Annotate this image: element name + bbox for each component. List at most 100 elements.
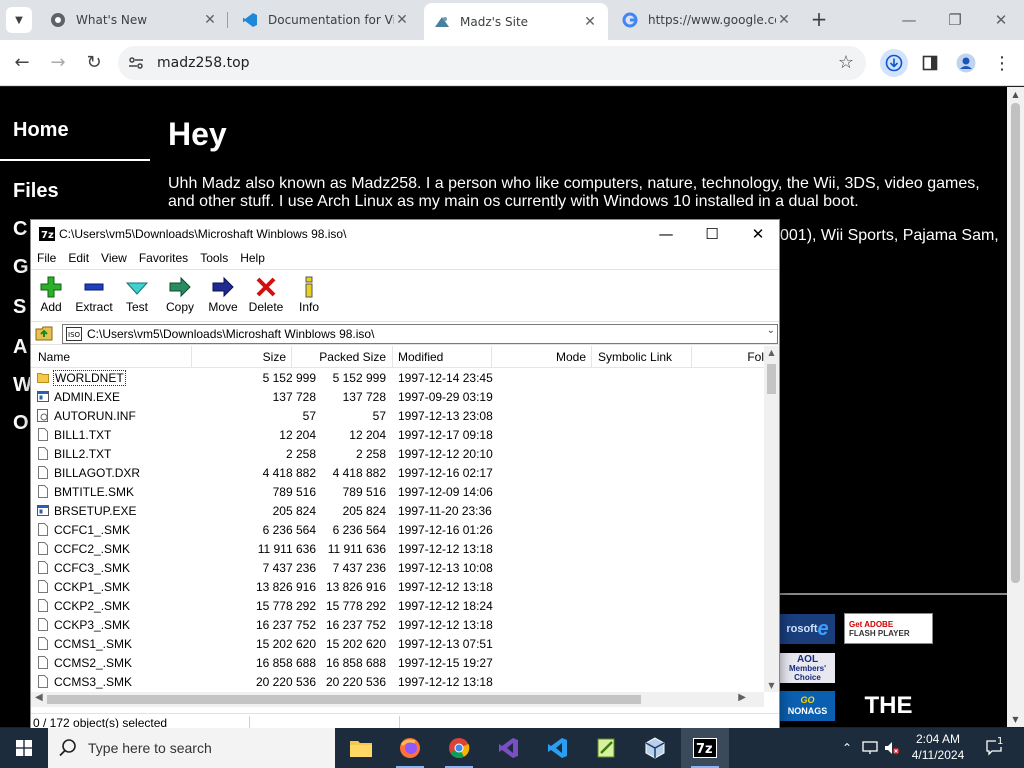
tab-google[interactable]: https://www.google.com ✕ xyxy=(612,0,802,40)
site-info-icon[interactable] xyxy=(128,55,144,71)
menu-help[interactable]: Help xyxy=(240,248,271,268)
taskbar-search-box[interactable]: Type here to search xyxy=(48,728,335,768)
table-row[interactable]: CCFC3_.SMK 7 437 236 7 437 236 1997-12-13 1… xyxy=(31,558,764,577)
bookmark-star-icon[interactable]: ☆ xyxy=(838,52,854,73)
scroll-up-icon[interactable]: ▲ xyxy=(1007,90,1024,99)
tab-search-button[interactable]: ▼ xyxy=(6,7,32,33)
new-tab-button[interactable]: + xyxy=(808,9,830,31)
page-scrollbar[interactable]: ▲ ▼ xyxy=(1007,87,1024,727)
address-bar[interactable]: madz258.top ☆ xyxy=(118,46,866,80)
folder-up-icon[interactable] xyxy=(35,325,53,341)
the-badge[interactable]: THE xyxy=(844,691,933,721)
file-list-vertical-scrollbar[interactable]: ▲ ▼ xyxy=(764,346,779,692)
menu-file[interactable]: File xyxy=(37,248,62,268)
tab-vscode-docs[interactable]: Documentation for Visual Studio Code ✕ xyxy=(232,0,420,40)
file-list-horizontal-scrollbar[interactable]: ◀ ▶ xyxy=(31,692,764,707)
menu-edit[interactable]: Edit xyxy=(68,248,95,268)
scroll-thumb[interactable] xyxy=(767,364,776,394)
notepad-plus-plus-taskbar-button[interactable] xyxy=(582,728,630,768)
column-modified[interactable]: Modified xyxy=(398,350,443,364)
chrome-taskbar-button[interactable] xyxy=(435,728,483,768)
aol-badge[interactable]: AOL Members' Choice xyxy=(780,653,835,683)
column-folders[interactable]: Fol xyxy=(747,350,764,364)
virtualbox-taskbar-button[interactable] xyxy=(631,728,679,768)
scroll-down-icon[interactable]: ▼ xyxy=(764,681,779,690)
7zip-title-bar[interactable]: 7z C:\Users\vm5\Downloads\Microshaft Win… xyxy=(31,220,779,248)
table-row[interactable]: CCMS1_.SMK 15 202 620 15 202 620 1997-12-13… xyxy=(31,634,764,653)
scroll-thumb[interactable] xyxy=(1011,103,1020,583)
table-row[interactable]: ADMIN.EXE 137 728 137 728 1997-09-29 03:19 xyxy=(31,387,764,406)
table-row[interactable]: AUTORUN.INF 57 57 1997-12-13 23:08 xyxy=(31,406,764,425)
volume-muted-icon[interactable] xyxy=(882,728,902,768)
file-explorer-taskbar-button[interactable] xyxy=(337,728,385,768)
table-row[interactable]: BILL2.TXT 2 258 2 258 1997-12-12 20:10 xyxy=(31,444,764,463)
7zip-maximize-icon[interactable]: ☐ xyxy=(689,220,735,248)
vscode-taskbar-button[interactable] xyxy=(533,728,581,768)
table-row[interactable]: CCFC2_.SMK 11 911 636 11 911 636 1997-12-12… xyxy=(31,539,764,558)
table-row[interactable]: WORLDNET 5 152 999 5 152 999 1997-12-14 23:… xyxy=(31,368,764,387)
tray-overflow-chevron-icon[interactable]: ⌃ xyxy=(838,728,856,768)
scroll-down-icon[interactable]: ▼ xyxy=(1007,715,1024,724)
profile-avatar-icon[interactable] xyxy=(954,51,978,75)
network-icon[interactable] xyxy=(860,728,880,768)
table-row[interactable]: BMTITLE.SMK 789 516 789 516 1997-12-09 14:0… xyxy=(31,482,764,501)
menu-favorites[interactable]: Favorites xyxy=(139,248,194,268)
menu-tools[interactable]: Tools xyxy=(200,248,234,268)
column-divider[interactable] xyxy=(191,346,192,368)
7zip-close-icon[interactable]: ✕ xyxy=(735,220,781,248)
table-row[interactable]: CCMS2_.SMK 16 858 688 16 858 688 1997-12-15… xyxy=(31,653,764,672)
menu-view[interactable]: View xyxy=(101,248,133,268)
table-row[interactable]: CCMS3_.SMK 20 220 536 20 220 536 1997-12-12… xyxy=(31,672,764,691)
close-window-icon[interactable]: ✕ xyxy=(978,8,1024,32)
path-combobox[interactable]: ISO C:\Users\vm5\Downloads\Microshaft Wi… xyxy=(62,324,778,344)
back-arrow-icon[interactable]: ← xyxy=(10,51,34,75)
forward-arrow-icon[interactable]: → xyxy=(46,51,70,75)
close-tab-icon[interactable]: ✕ xyxy=(582,14,598,30)
kebab-menu-icon[interactable]: ⋮ xyxy=(990,51,1014,75)
ie-badge[interactable]: rosoft e xyxy=(780,614,835,644)
column-divider[interactable] xyxy=(291,346,292,368)
flash-player-badge[interactable]: Get ADOBE FLASH PLAYER xyxy=(844,613,933,644)
move-button[interactable]: Move xyxy=(201,274,245,314)
column-symbolic-link[interactable]: Symbolic Link xyxy=(598,350,672,364)
tab-whats-new[interactable]: What's New ✕ xyxy=(40,0,228,40)
table-row[interactable]: CCKP2_.SMK 15 778 292 15 778 292 1997-12-12… xyxy=(31,596,764,615)
table-row[interactable]: CCKP3_.SMK 16 237 752 16 237 752 1997-12-12… xyxy=(31,615,764,634)
scroll-left-icon[interactable]: ◀ xyxy=(35,692,43,703)
column-mode[interactable]: Mode xyxy=(556,350,586,364)
tab-madz-site[interactable]: Madz's Site ✕ xyxy=(424,3,608,40)
taskbar-clock[interactable]: 2:04 AM 4/11/2024 xyxy=(902,731,974,763)
column-size[interactable]: Size xyxy=(263,350,286,364)
scroll-up-icon[interactable]: ▲ xyxy=(764,348,779,357)
table-row[interactable]: BRSETUP.EXE 205 824 205 824 1997-11-20 23:3… xyxy=(31,501,764,520)
table-row[interactable]: BILL1.TXT 12 204 12 204 1997-12-17 09:18 xyxy=(31,425,764,444)
7zip-minimize-icon[interactable]: — xyxy=(643,220,689,248)
visual-studio-taskbar-button[interactable] xyxy=(484,728,532,768)
nav-link-g[interactable]: G xyxy=(13,256,29,279)
firefox-taskbar-button[interactable] xyxy=(386,728,434,768)
start-button[interactable] xyxy=(0,728,48,768)
nav-link-c[interactable]: C xyxy=(13,218,27,241)
nav-link-files[interactable]: Files xyxy=(13,180,59,203)
extract-button[interactable]: Extract xyxy=(72,274,116,314)
table-row[interactable]: CCKP1_.SMK 13 826 916 13 826 916 1997-12-12… xyxy=(31,577,764,596)
reload-icon[interactable]: ↻ xyxy=(82,51,106,75)
7zip-taskbar-button[interactable]: 7z xyxy=(681,728,729,768)
column-divider[interactable] xyxy=(491,346,492,368)
side-panel-icon[interactable] xyxy=(918,51,942,75)
column-divider[interactable] xyxy=(591,346,592,368)
nav-link-a[interactable]: A xyxy=(13,336,27,359)
notification-center-button[interactable]: 1 xyxy=(982,728,1008,768)
nav-link-home[interactable]: Home xyxy=(13,119,69,142)
close-tab-icon[interactable]: ✕ xyxy=(202,12,218,28)
add-button[interactable]: Add xyxy=(29,274,73,314)
nonags-badge[interactable]: GO NONAGS xyxy=(780,691,835,721)
delete-button[interactable]: Delete xyxy=(244,274,288,314)
chevron-down-icon[interactable]: ⌄ xyxy=(767,325,775,336)
scroll-right-icon[interactable]: ▶ xyxy=(738,692,746,703)
column-divider[interactable] xyxy=(392,346,393,368)
close-tab-icon[interactable]: ✕ xyxy=(394,12,410,28)
column-divider[interactable] xyxy=(691,346,692,368)
info-button[interactable]: Info xyxy=(287,274,331,314)
test-button[interactable]: Test xyxy=(115,274,159,314)
